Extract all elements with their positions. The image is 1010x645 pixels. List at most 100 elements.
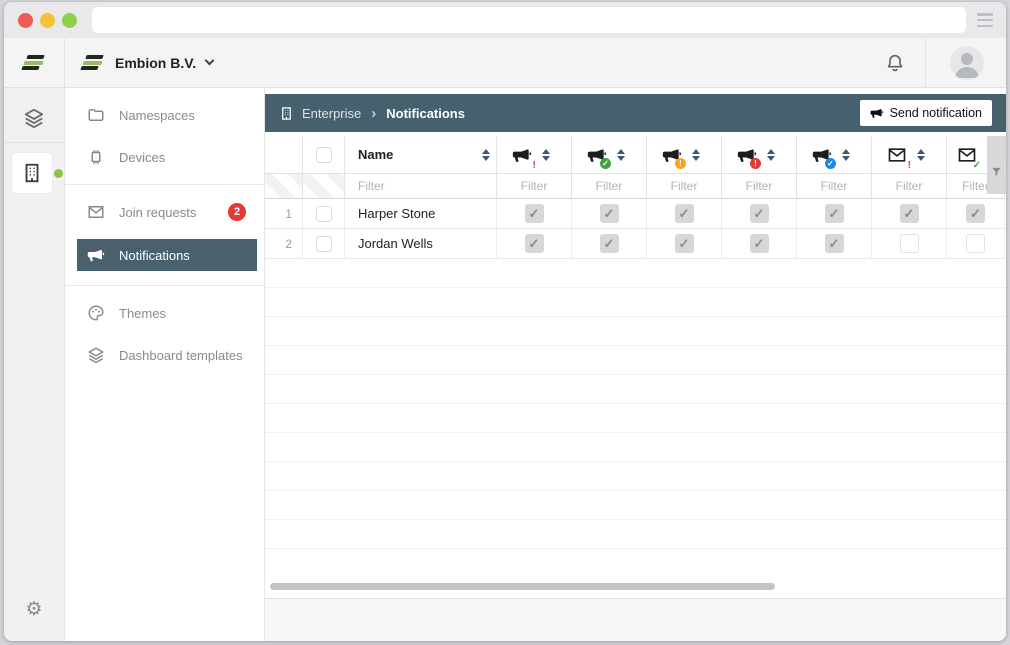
filter-cell-blank [265,174,303,199]
sidebar-item-label: Dashboard templates [119,348,243,363]
maximize-window-button[interactable] [62,13,77,28]
column-filter-input[interactable] [572,179,646,193]
megaphone-icon [87,246,105,264]
notification-checkbox[interactable] [966,234,985,253]
horizontal-scrollbar [265,575,1006,599]
sort-icon[interactable] [692,149,700,161]
column-filter-input[interactable] [647,179,721,193]
blue-check-badge: ✓ [825,158,836,169]
sidebar-item-themes[interactable]: Themes [65,292,264,334]
row-select-checkbox[interactable] [316,206,332,222]
select-all-cell [303,136,345,174]
notification-checkbox[interactable]: ✓ [675,234,694,253]
org-switcher[interactable]: Embion B.V. [81,55,213,71]
notifications-bell-button[interactable] [865,52,925,74]
row-number: 2 [265,229,303,259]
column-filter-strip[interactable] [987,136,1006,194]
sidebar: Namespaces Devices Join requests 2 Notif… [65,88,265,641]
palette-icon [87,304,105,322]
minimize-window-button[interactable] [40,13,55,28]
orange-exclaim-badge: ! [675,158,686,169]
notification-checkbox[interactable] [900,234,919,253]
horizontal-scrollbar-thumb[interactable] [270,583,775,590]
table-row[interactable]: 2 Jordan Wells ✓ ✓ ✓ ✓ ✓ [265,229,1006,259]
sidebar-item-notifications[interactable]: Notifications [77,239,257,271]
column-header-megaphone-red-exclaim[interactable]: ! [722,136,797,174]
settings-button[interactable]: ⚙ [4,598,64,621]
notification-checkbox[interactable]: ✓ [750,204,769,223]
row-number-header [265,136,303,174]
sort-icon[interactable] [842,149,850,161]
column-header-megaphone-red-mark[interactable]: ! [497,136,572,174]
sidebar-item-devices[interactable]: Devices [65,136,264,178]
notifications-table: Name ! ✓ [265,136,1006,259]
column-header-envelope-red-mark[interactable]: ! [872,136,947,174]
sidebar-item-label: Notifications [119,248,190,263]
row-select-checkbox[interactable] [316,236,332,252]
notification-checkbox[interactable]: ✓ [750,234,769,253]
select-all-checkbox[interactable] [316,147,332,163]
sort-icon[interactable] [542,149,550,161]
building-icon [279,106,294,121]
breadcrumb-root[interactable]: Enterprise [302,106,361,121]
name-filter-input[interactable] [345,179,496,193]
sidebar-item-dashboard-templates[interactable]: Dashboard templates [65,334,264,376]
url-bar[interactable] [92,7,966,33]
send-notification-button[interactable]: Send notification [860,100,992,126]
icon-rail: ⚙ [4,88,65,641]
notification-checkbox[interactable]: ✓ [525,204,544,223]
gear-icon: ⚙ [25,599,42,620]
layers-icon [87,346,105,364]
megaphone-icon: ! [737,145,757,165]
rail-divider [4,142,64,143]
column-filter-input[interactable] [872,179,946,193]
megaphone-icon: ! [662,145,682,165]
column-label: Name [358,147,474,162]
table-filter-row [265,174,1006,199]
breadcrumb-current: Notifications [386,106,465,121]
filter-cell-blank [303,174,345,199]
column-header-megaphone-green-check[interactable]: ✓ [572,136,647,174]
column-filter-input[interactable] [797,179,871,193]
sidebar-item-namespaces[interactable]: Namespaces [65,94,264,136]
sort-icon[interactable] [617,149,625,161]
column-filter-input[interactable] [722,179,796,193]
close-window-button[interactable] [18,13,33,28]
notification-checkbox[interactable]: ✓ [600,204,619,223]
notification-checkbox[interactable]: ✓ [825,234,844,253]
breadcrumb-separator-icon: › [369,105,378,122]
name-column-header[interactable]: Name [345,136,497,174]
notification-checkbox[interactable]: ✓ [600,234,619,253]
table-header-row: Name ! ✓ [265,136,1006,174]
sidebar-item-join-requests[interactable]: Join requests 2 [65,191,264,233]
notification-checkbox[interactable]: ✓ [675,204,694,223]
empty-rows-area [265,259,1006,575]
browser-menu-icon[interactable] [977,13,993,27]
envelope-icon: ✓ [957,145,977,165]
sidebar-item-label: Join requests [119,205,196,220]
rail-item-enterprise-selected[interactable] [12,153,52,193]
folder-icon [87,106,105,124]
sort-icon[interactable] [917,149,925,161]
sort-icon[interactable] [482,149,490,161]
sidebar-divider [65,285,264,286]
notification-checkbox[interactable]: ✓ [966,204,985,223]
avatar[interactable] [950,46,984,80]
table-row[interactable]: 1 Harper Stone ✓ ✓ ✓ ✓ ✓ ✓ ✓ [265,199,1006,229]
embion-logo-icon [22,55,46,70]
chip-icon [87,148,105,166]
notification-checkbox[interactable]: ✓ [525,234,544,253]
org-name: Embion B.V. [115,55,196,71]
content-footer [265,599,1006,641]
megaphone-icon: ✓ [812,145,832,165]
notification-checkbox[interactable]: ✓ [825,204,844,223]
rail-item-dashboards[interactable] [4,100,64,136]
column-header-megaphone-orange-exclaim[interactable]: ! [647,136,722,174]
breadcrumb-bar: Enterprise › Notifications Send notifica… [265,94,1006,132]
content-area: Enterprise › Notifications Send notifica… [265,88,1006,641]
sort-icon[interactable] [767,149,775,161]
column-filter-input[interactable] [497,179,571,193]
column-header-megaphone-blue-check[interactable]: ✓ [797,136,872,174]
envelope-icon: ! [887,145,907,165]
notification-checkbox[interactable]: ✓ [900,204,919,223]
